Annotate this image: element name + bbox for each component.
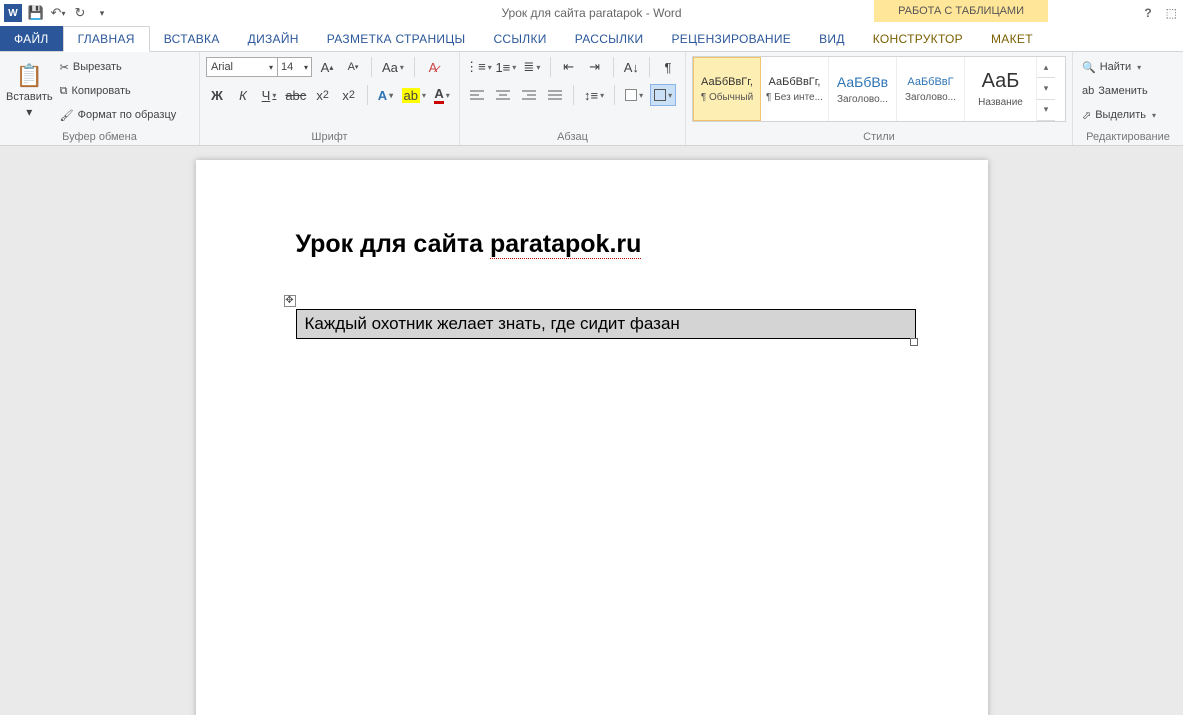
- align-center-button[interactable]: [492, 84, 514, 106]
- brush-icon: 🖌: [60, 109, 74, 122]
- ribbon: 📋 Вставить ▾ ✂Вырезать ⧉Копировать 🖌Форм…: [0, 52, 1183, 146]
- quick-access-toolbar: W 💾 ↶▾ ↻ ▾: [0, 4, 110, 22]
- font-name-combo[interactable]: Arial▾: [206, 57, 278, 77]
- group-label-clipboard: Буфер обмена: [6, 131, 193, 145]
- style-no-spacing[interactable]: АаБбВвГг,¶ Без инте...: [761, 57, 829, 121]
- tab-page-layout[interactable]: РАЗМЕТКА СТРАНИЦЫ: [313, 26, 480, 51]
- tab-design[interactable]: ДИЗАЙН: [234, 26, 313, 51]
- select-button[interactable]: ⬀Выделить▾: [1079, 104, 1169, 126]
- align-right-button[interactable]: [518, 84, 540, 106]
- align-left-button[interactable]: [466, 84, 488, 106]
- show-marks-button[interactable]: ¶: [657, 56, 679, 78]
- decrease-indent-button[interactable]: ⇤: [558, 56, 580, 78]
- change-case-button[interactable]: Aa▾: [379, 56, 407, 78]
- find-icon: 🔍: [1082, 61, 1096, 74]
- group-editing: 🔍Найти▾ abЗаменить ⬀Выделить▾ Редактиров…: [1073, 52, 1183, 145]
- superscript-button[interactable]: x2: [338, 84, 360, 106]
- highlight-button[interactable]: ab▾: [400, 84, 427, 106]
- group-paragraph: ⋮≡▾ 1≡▾ ≣▾ ⇤ ⇥ A↓ ¶: [460, 52, 686, 145]
- subscript-button[interactable]: x2: [312, 84, 334, 106]
- style-normal[interactable]: АаБбВвГг,¶ Обычный: [693, 57, 761, 121]
- shading-button[interactable]: ▾: [622, 84, 646, 106]
- group-font: Arial▾ 14▾ A▴ A▾ Aa▾ A̷ Ж К Ч▾ abc x2 x2…: [200, 52, 460, 145]
- find-button[interactable]: 🔍Найти▾: [1079, 56, 1169, 78]
- table-cell[interactable]: Каждый охотник желает знать, где сидит ф…: [299, 312, 913, 336]
- tab-insert[interactable]: ВСТАВКА: [150, 26, 234, 51]
- window-title: Урок для сайта paratapok - Word: [501, 6, 681, 20]
- group-label-editing: Редактирование: [1079, 131, 1177, 145]
- tab-mailings[interactable]: РАССЫЛКИ: [561, 26, 658, 51]
- table-move-handle[interactable]: ✥: [284, 295, 296, 307]
- help-icon[interactable]: ?: [1144, 6, 1151, 20]
- replace-icon: ab: [1082, 85, 1094, 97]
- bullets-button[interactable]: ⋮≡▾: [466, 56, 491, 78]
- style-heading1[interactable]: АаБбВвЗаголово...: [829, 57, 897, 121]
- group-styles: АаБбВвГг,¶ Обычный АаБбВвГг,¶ Без инте..…: [686, 52, 1073, 145]
- style-title[interactable]: АаБНазвание: [965, 57, 1037, 121]
- cursor-icon: ⬀: [1082, 109, 1091, 122]
- word-icon: W: [4, 4, 22, 22]
- ribbon-tabs: ФАЙЛ ГЛАВНАЯ ВСТАВКА ДИЗАЙН РАЗМЕТКА СТР…: [0, 26, 1183, 52]
- text-effects-button[interactable]: A▾: [374, 84, 396, 106]
- group-label-paragraph: Абзац: [466, 131, 679, 145]
- italic-button[interactable]: К: [232, 84, 254, 106]
- line-spacing-button[interactable]: ↕≡▾: [581, 84, 607, 106]
- document-heading[interactable]: Урок для сайта paratapok.ru: [296, 230, 908, 259]
- undo-icon[interactable]: ↶▾: [50, 5, 66, 21]
- group-clipboard: 📋 Вставить ▾ ✂Вырезать ⧉Копировать 🖌Форм…: [0, 52, 200, 145]
- group-label-styles: Стили: [692, 131, 1066, 145]
- group-label-font: Шрифт: [206, 131, 453, 145]
- bold-button[interactable]: Ж: [206, 84, 228, 106]
- gallery-scroll[interactable]: ▴▾▾: [1037, 57, 1055, 121]
- tab-file[interactable]: ФАЙЛ: [0, 26, 63, 51]
- font-size-combo[interactable]: 14▾: [278, 57, 312, 77]
- paste-button[interactable]: 📋 Вставить ▾: [6, 58, 53, 124]
- multilevel-button[interactable]: ≣▾: [521, 56, 543, 78]
- increase-indent-button[interactable]: ⇥: [584, 56, 606, 78]
- strike-button[interactable]: abc: [284, 84, 308, 106]
- tab-view[interactable]: ВИД: [805, 26, 859, 51]
- document-area[interactable]: Урок для сайта paratapok.ru ✥ Каждый охо…: [0, 146, 1183, 715]
- tab-table-layout[interactable]: МАКЕТ: [977, 26, 1047, 51]
- copy-icon: ⧉: [60, 85, 68, 98]
- clear-format-button[interactable]: A̷: [422, 56, 444, 78]
- format-painter-button[interactable]: 🖌Формат по образцу: [57, 104, 197, 126]
- justify-button[interactable]: [544, 84, 566, 106]
- redo-icon[interactable]: ↻: [72, 5, 88, 21]
- paste-icon: 📋: [16, 63, 43, 89]
- document-table[interactable]: Каждый охотник желает знать, где сидит ф…: [296, 309, 916, 339]
- ribbon-display-icon[interactable]: ⬚: [1166, 6, 1177, 20]
- tab-references[interactable]: ССЫЛКИ: [479, 26, 560, 51]
- title-bar: W 💾 ↶▾ ↻ ▾ Урок для сайта paratapok - Wo…: [0, 0, 1183, 26]
- style-heading2[interactable]: АаБбВвГЗаголово...: [897, 57, 965, 121]
- tab-home[interactable]: ГЛАВНАЯ: [63, 26, 150, 52]
- replace-button[interactable]: abЗаменить: [1079, 80, 1169, 102]
- table-tools-context: РАБОТА С ТАБЛИЦАМИ: [874, 0, 1048, 22]
- borders-button[interactable]: ▾: [650, 84, 676, 106]
- font-color-button[interactable]: A▾: [431, 84, 453, 106]
- tab-table-design[interactable]: КОНСТРУКТОР: [859, 26, 977, 51]
- title-right-controls: ? ⬚: [1144, 6, 1177, 20]
- scissors-icon: ✂: [60, 61, 69, 74]
- heading-link: paratapok.ru: [490, 230, 641, 259]
- shrink-font-button[interactable]: A▾: [342, 56, 364, 78]
- page[interactable]: Урок для сайта paratapok.ru ✥ Каждый охо…: [196, 160, 988, 715]
- cut-button[interactable]: ✂Вырезать: [57, 56, 197, 78]
- save-icon[interactable]: 💾: [28, 5, 44, 21]
- qat-customize-icon[interactable]: ▾: [94, 5, 110, 21]
- table-resize-handle[interactable]: [910, 338, 918, 346]
- tab-review[interactable]: РЕЦЕНЗИРОВАНИЕ: [657, 26, 805, 51]
- grow-font-button[interactable]: A▴: [316, 56, 338, 78]
- numbering-button[interactable]: 1≡▾: [495, 56, 517, 78]
- styles-gallery: АаБбВвГг,¶ Обычный АаБбВвГг,¶ Без инте..…: [692, 56, 1066, 122]
- sort-button[interactable]: A↓: [620, 56, 642, 78]
- underline-button[interactable]: Ч▾: [258, 84, 280, 106]
- copy-button[interactable]: ⧉Копировать: [57, 80, 197, 102]
